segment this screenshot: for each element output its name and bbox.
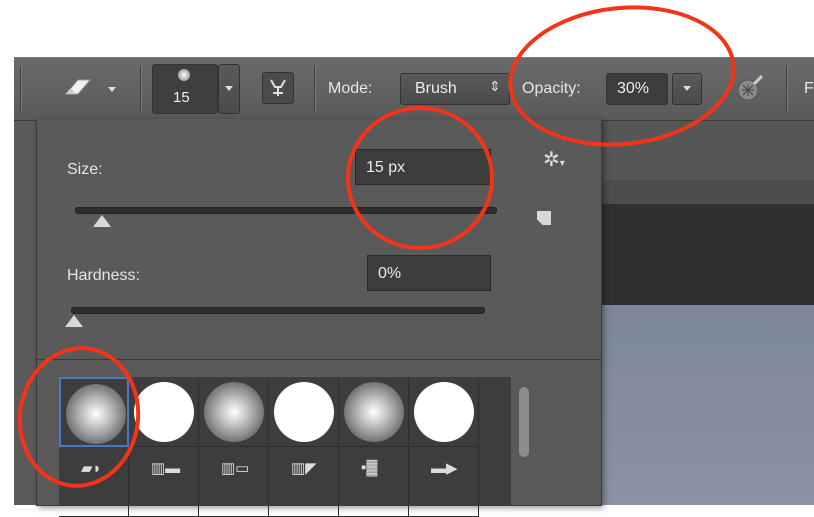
save-brush-icon[interactable] [537, 211, 551, 225]
mode-value: Brush [415, 80, 457, 97]
brush-picker-dropdown[interactable] [218, 64, 240, 114]
size-slider-thumb[interactable] [93, 215, 111, 227]
brush-preset-cell[interactable]: ▬▶ [409, 447, 479, 517]
hardness-field[interactable]: 0% [367, 255, 491, 291]
brush-preset-cell[interactable]: ▥▬ [129, 447, 199, 517]
brush-size-label: 15 [173, 89, 190, 106]
size-label: Size: [67, 161, 103, 178]
brush-preset-cell[interactable]: ▥▭ [199, 447, 269, 517]
eraser-tool-icon[interactable] [62, 76, 92, 100]
brush-tip-icon: ▥▭ [221, 460, 250, 477]
soft-round-brush-icon [204, 382, 264, 442]
hard-round-brush-icon [414, 382, 474, 442]
document-canvas[interactable] [600, 305, 814, 505]
truncated-label: F [804, 80, 814, 97]
horizontal-ruler [600, 180, 814, 205]
hard-round-brush-icon [134, 382, 194, 442]
divider [37, 359, 601, 360]
divider [314, 66, 315, 112]
brush-preset-cell[interactable]: ▪▓ [339, 447, 409, 517]
divider [140, 66, 141, 112]
airbrush-icon[interactable] [734, 72, 766, 104]
hardness-label: Hardness: [67, 267, 140, 284]
hardness-slider-thumb[interactable] [65, 315, 83, 327]
brush-tip-icon: ▪▓ [361, 459, 378, 476]
chevron-down-icon [225, 86, 233, 91]
brush-preset-cell[interactable] [409, 377, 479, 447]
preset-scrollbar[interactable] [519, 387, 529, 457]
hardness-slider[interactable] [71, 307, 485, 314]
divider [786, 66, 787, 112]
toggle-brush-panel-icon[interactable] [262, 72, 294, 104]
canvas-pasteboard [600, 205, 814, 305]
annotation-circle-size [346, 106, 494, 250]
brush-tip-icon: ▥▬ [151, 460, 181, 477]
brush-tip-icon: ▥◤ [291, 460, 317, 477]
brush-picker-button[interactable]: 15 [152, 64, 218, 114]
hard-round-brush-icon [274, 382, 334, 442]
soft-round-brush-icon [344, 382, 404, 442]
mode-select[interactable]: Brush ⇕ [400, 73, 510, 105]
panel-menu-gear-icon[interactable]: ✲▾ [543, 147, 565, 172]
mode-label: Mode: [328, 80, 373, 97]
brush-tip-icon: ▬▶ [431, 460, 458, 477]
brush-preset-cell[interactable] [339, 377, 409, 447]
grip-divider [20, 66, 21, 112]
brush-preview-icon [178, 69, 190, 81]
tool-preset-chevron-down-icon[interactable] [108, 87, 116, 92]
brush-preset-cell[interactable] [269, 377, 339, 447]
brush-preset-cell[interactable]: ▥◤ [269, 447, 339, 517]
brush-preset-cell[interactable] [199, 377, 269, 447]
stepper-arrows-icon: ⇕ [489, 78, 501, 94]
